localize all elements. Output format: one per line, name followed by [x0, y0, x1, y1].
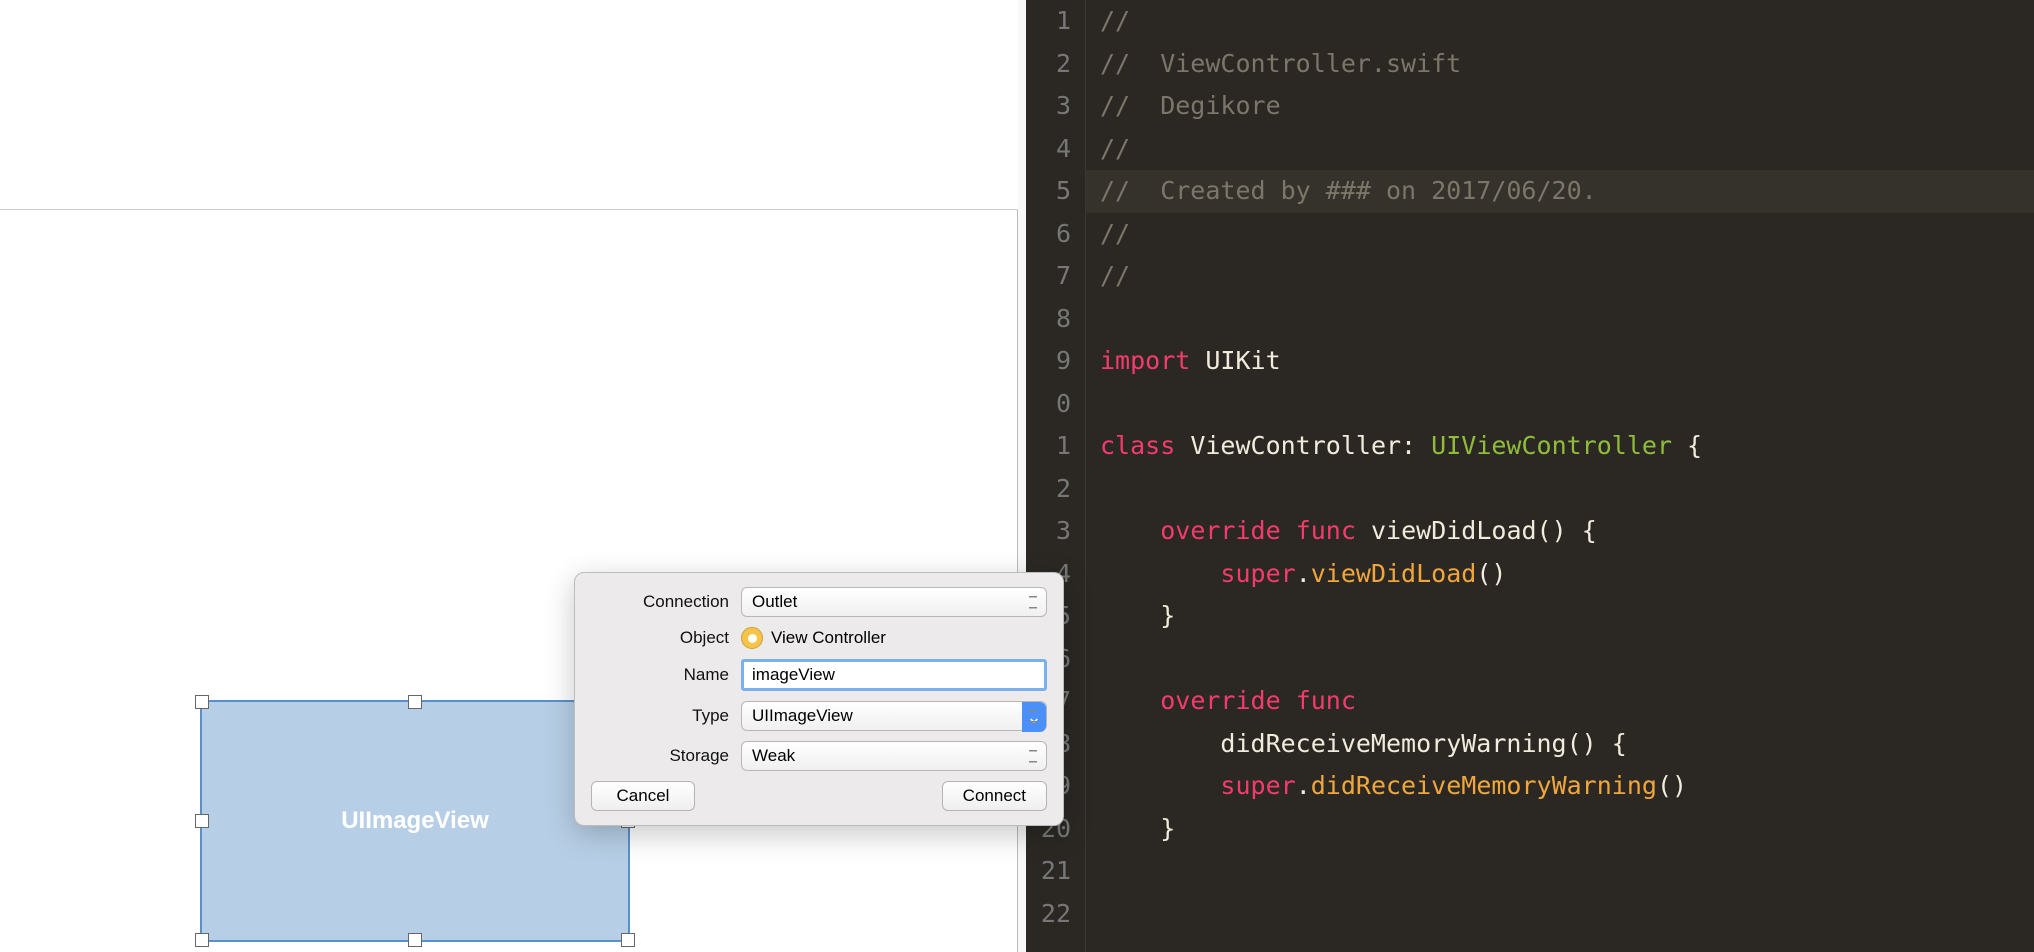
line-number: 0 [1026, 383, 1071, 426]
code-text: // ViewController.swift [1100, 49, 1461, 78]
code-text: class [1100, 431, 1175, 460]
resize-handle[interactable] [195, 814, 209, 828]
code-text: super [1220, 559, 1295, 588]
line-number: 1 [1026, 0, 1071, 43]
code-text: didReceiveMemoryWarning [1311, 771, 1657, 800]
device-canvas[interactable]: UIImageView Connection Outlet Object [0, 210, 1018, 952]
code-text: // [1100, 219, 1130, 248]
name-label: Name [591, 665, 729, 685]
code-text: ViewController: [1190, 431, 1416, 460]
resize-handle[interactable] [408, 933, 422, 947]
connection-label: Connection [591, 592, 729, 612]
code-text: didReceiveMemoryWarning() { [1220, 729, 1626, 758]
line-number: 5 [1026, 170, 1071, 213]
code-text: func [1296, 516, 1356, 545]
storage-select[interactable]: Weak [741, 741, 1047, 771]
object-label: Object [591, 628, 729, 648]
line-number: 8 [1026, 298, 1071, 341]
code-text: override [1160, 686, 1280, 715]
code-body[interactable]: // // ViewController.swift // Degikore /… [1086, 0, 2034, 952]
code-text: import [1100, 346, 1190, 375]
resize-handle[interactable] [195, 933, 209, 947]
object-value: View Controller [771, 628, 886, 648]
resize-handle[interactable] [621, 933, 635, 947]
code-text: } [1160, 601, 1175, 630]
code-text: // [1100, 6, 1130, 35]
code-text: viewDidLoad() { [1371, 516, 1597, 545]
line-number: 4 [1026, 128, 1071, 171]
type-label: Type [591, 706, 729, 726]
code-editor[interactable]: 12345678901234516171819202122 // // View… [1026, 0, 2034, 952]
code-text: override [1160, 516, 1280, 545]
code-text: () [1476, 559, 1506, 588]
code-text: UIViewController [1431, 431, 1672, 460]
line-number: 2 [1026, 468, 1071, 511]
code-text: . [1296, 559, 1311, 588]
code-text: // [1100, 261, 1130, 290]
code-text: UIKit [1205, 346, 1280, 375]
connection-select[interactable]: Outlet [741, 587, 1047, 617]
type-value: UIImageView [752, 706, 853, 726]
code-text: func [1296, 686, 1356, 715]
code-text: viewDidLoad [1311, 559, 1477, 588]
line-number: 3 [1026, 510, 1071, 553]
cancel-button[interactable]: Cancel [591, 781, 695, 811]
line-number: 3 [1026, 85, 1071, 128]
code-text: super [1220, 771, 1295, 800]
line-number: 1 [1026, 425, 1071, 468]
interface-builder-canvas: ◧ ⎋ UIImageView Connection Outlet [0, 0, 1026, 952]
storage-label: Storage [591, 746, 729, 766]
uiimageview-element[interactable]: UIImageView [200, 700, 630, 942]
line-number: 22 [1026, 893, 1071, 936]
code-text: () [1657, 771, 1687, 800]
view-controller-small-icon [741, 627, 763, 649]
code-text: // [1100, 134, 1130, 163]
resize-handle[interactable] [195, 695, 209, 709]
line-number: 6 [1026, 213, 1071, 256]
code-text: { [1672, 431, 1702, 460]
resize-handle[interactable] [408, 695, 422, 709]
code-text: // Degikore [1100, 91, 1281, 120]
line-number: 2 [1026, 43, 1071, 86]
chevron-down-icon [1022, 702, 1046, 732]
connect-button[interactable]: Connect [942, 781, 1047, 811]
ib-empty-area [0, 0, 1018, 210]
uiimageview-label: UIImageView [341, 807, 489, 835]
storage-value: Weak [752, 746, 795, 766]
line-number: 9 [1026, 340, 1071, 383]
line-number: 7 [1026, 255, 1071, 298]
object-value-chip: View Controller [741, 627, 1047, 649]
connection-value: Outlet [752, 592, 797, 612]
type-select[interactable]: UIImageView [741, 701, 1047, 731]
code-text: // Created by ### on 2017/06/20. [1100, 176, 1597, 205]
code-text: . [1296, 771, 1311, 800]
outlet-connection-popover: Connection Outlet Object View Controller [574, 572, 1064, 826]
line-number: 21 [1026, 850, 1071, 893]
name-input[interactable] [741, 659, 1047, 691]
code-text: } [1160, 814, 1175, 843]
